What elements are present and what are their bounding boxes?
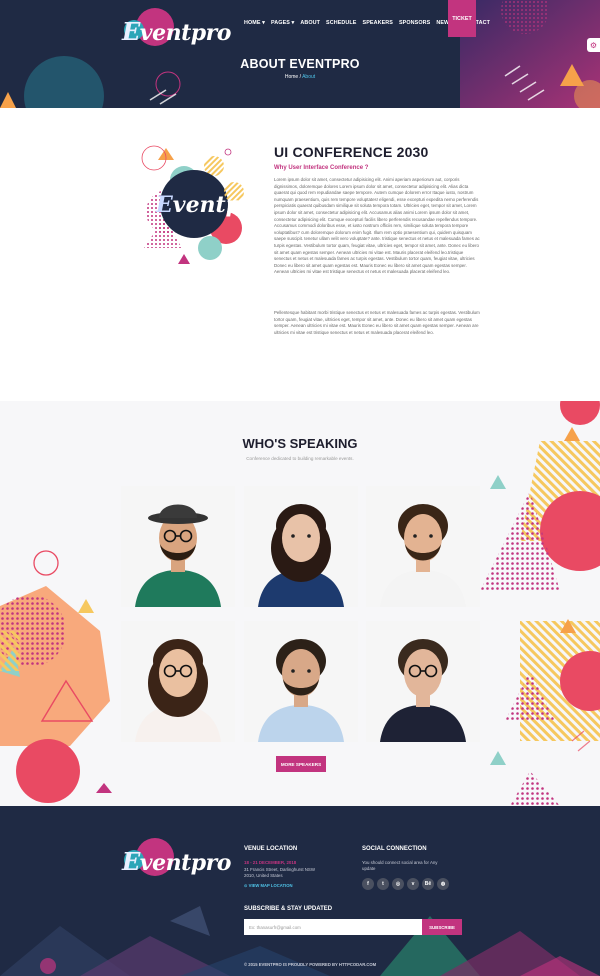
- speaker-photo: [121, 621, 235, 742]
- twitter-icon[interactable]: t: [377, 878, 389, 890]
- about-illustration: Eventpro: [141, 145, 254, 264]
- speaker-card[interactable]: [121, 486, 235, 607]
- ticket-button[interactable]: TICKET: [448, 0, 476, 37]
- behance-icon[interactable]: Bē: [422, 878, 434, 890]
- speaker-photo: [366, 486, 480, 607]
- subscribe-email-input[interactable]: Ex: thanasurfr@gmail.com: [244, 919, 422, 935]
- about-paragraph-1: Lorem ipsum dolor sit amet, consectetur …: [274, 177, 480, 275]
- speaker-photo: [244, 621, 358, 742]
- speaker-card[interactable]: [244, 621, 358, 742]
- illustration-logo-text: Eventpro: [155, 192, 254, 218]
- site-logo[interactable]: Eventpro: [122, 8, 231, 48]
- footer-logo-letter: E: [122, 847, 140, 876]
- about-title: UI CONFERENCE 2030: [274, 144, 429, 160]
- vimeo-icon[interactable]: v: [407, 878, 419, 890]
- breadcrumb-separator: /: [299, 74, 301, 80]
- about-section: Eventpro UI CONFERENCE 2030 Why User Int…: [0, 108, 600, 401]
- logo-letter: E: [122, 17, 140, 46]
- footer-decoration: [0, 906, 600, 976]
- nav-sponsors[interactable]: SPONSORS: [399, 20, 430, 26]
- page-title: ABOUT EVENTPRO: [240, 57, 360, 71]
- breadcrumb: Home / About: [0, 74, 600, 80]
- nav-about[interactable]: ABOUT: [300, 20, 320, 26]
- instagram-icon[interactable]: ◎: [392, 878, 404, 890]
- social-heading: SOCIAL CONNECTION: [362, 846, 427, 852]
- speaker-photo: [366, 621, 480, 742]
- speaker-card[interactable]: [244, 486, 358, 607]
- speaker-card[interactable]: [366, 486, 480, 607]
- venue-address: 31 Francis Street, Darlinghurst NSW 2010…: [244, 867, 316, 878]
- venue-heading: VENUE LOCATION: [244, 846, 298, 852]
- speaker-photo: [121, 486, 235, 607]
- logo-wordmark: Eventpro: [122, 17, 231, 46]
- nav-speakers[interactable]: SPEAKERS: [363, 20, 393, 26]
- dribbble-icon[interactable]: ◍: [437, 878, 449, 890]
- social-text: You should connect social area for Any u…: [362, 860, 438, 871]
- nav-schedule[interactable]: SCHEDULE: [326, 20, 356, 26]
- settings-gear-icon[interactable]: ⚙: [587, 38, 600, 52]
- more-speakers-button[interactable]: MORE SPEAKERS: [276, 756, 326, 772]
- nav-pages[interactable]: PAGES ▾: [271, 20, 294, 26]
- site-footer: Eventpro VENUE LOCATION 18 - 21 DECEMBER…: [0, 806, 600, 976]
- footer-logo[interactable]: Eventpro: [122, 838, 231, 878]
- subscribe-heading: SUBSCRIBE & STAY UPDATED: [244, 906, 333, 912]
- header-decoration: [0, 0, 600, 108]
- speakers-subtitle: Conference dedicated to building remarka…: [246, 456, 354, 461]
- copyright-text: © 2015 EVENTPRO IS PROUDLY POWERED BY HT…: [244, 962, 377, 967]
- speaker-photo: [244, 486, 358, 607]
- nav-home[interactable]: HOME ▾: [244, 20, 265, 26]
- logo-word: ventpro: [139, 20, 232, 46]
- breadcrumb-current: About: [302, 74, 316, 80]
- venue-date: 18 - 21 DECEMBER, 2018: [244, 860, 297, 865]
- footer-logo-word: ventpro: [139, 850, 232, 876]
- subscribe-button[interactable]: SUBSCRIBE: [422, 919, 462, 935]
- page-header: Eventpro HOME ▾ PAGES ▾ ABOUT SCHEDULE S…: [0, 0, 600, 108]
- about-subtitle: Why User Interface Conference ?: [274, 165, 369, 171]
- breadcrumb-home[interactable]: Home: [285, 74, 298, 80]
- view-map-link[interactable]: ⊙ VIEW MAP LOCATION: [244, 883, 293, 888]
- speakers-title: WHO'S SPEAKING: [242, 436, 358, 451]
- social-links: f t ◎ v Bē ◍: [362, 878, 449, 890]
- speaker-card[interactable]: [121, 621, 235, 742]
- speakers-section: WHO'S SPEAKING Conference dedicated to b…: [0, 401, 600, 806]
- about-paragraph-2: Pellentesque habitant morbi tristique se…: [274, 310, 480, 335]
- footer-logo-wordmark: Eventpro: [122, 847, 231, 876]
- speaker-card[interactable]: [366, 621, 480, 742]
- facebook-icon[interactable]: f: [362, 878, 374, 890]
